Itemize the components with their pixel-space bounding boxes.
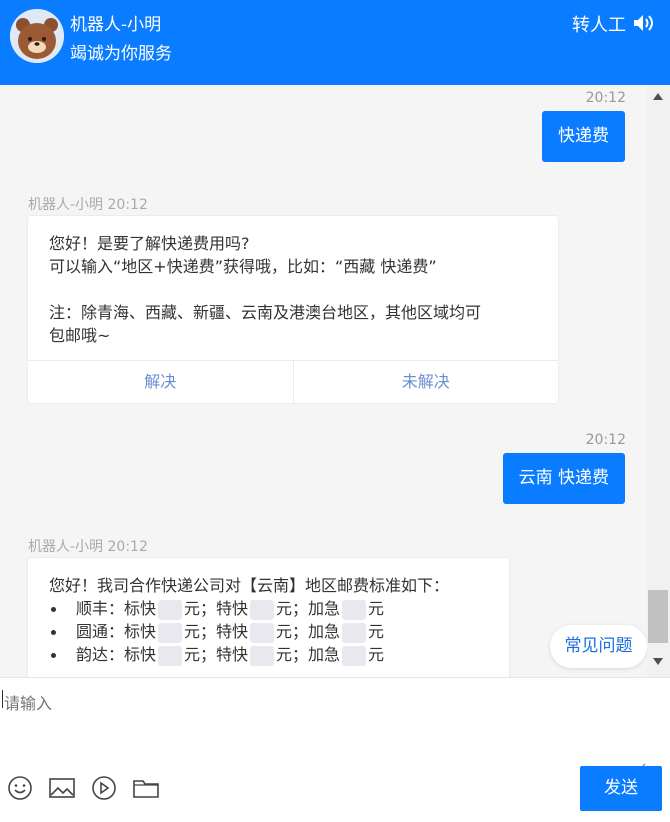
user-message-bubble: 快递费	[542, 111, 625, 162]
image-icon[interactable]	[48, 774, 76, 802]
message-text: 包邮哦~	[49, 326, 111, 345]
resolved-button[interactable]: 解决	[28, 361, 293, 403]
scrollbar[interactable]	[647, 85, 670, 677]
composer: 发送	[0, 677, 670, 822]
send-button[interactable]: 发送	[580, 766, 662, 811]
transfer-to-human-button[interactable]: 转人工	[572, 11, 626, 37]
scrollbar-thumb[interactable]	[648, 590, 668, 643]
video-icon[interactable]	[90, 774, 118, 802]
message-text: 注：除青海、西藏、新疆、云南及港澳台地区，其他区域均可	[49, 303, 482, 322]
message-time: 20:12	[585, 432, 626, 448]
bot-message-card: 您好！是要了解快递费用吗? 可以输入“地区+快递费”获得哦，比如：“西藏 快递费…	[27, 215, 559, 404]
unresolved-button[interactable]: 未解决	[292, 361, 559, 403]
list-item: 顺丰：标快 元；特快 元；加急元	[49, 597, 489, 620]
message-list[interactable]: 20:12 快递费 机器人-小明 20:12 您好！是要了解快递费用吗? 可以输…	[0, 85, 646, 677]
folder-icon[interactable]	[132, 774, 160, 802]
bot-subtitle: 竭诚为你服务	[70, 44, 172, 64]
bot-message-card: 您好！我司合作快递公司对【云南】地区邮费标准如下： 顺丰：标快 元；特快 元；加急元…	[27, 557, 510, 677]
scroll-down-arrow-icon[interactable]	[653, 658, 663, 665]
message-text: 您好！是要了解快递费用吗?	[49, 234, 250, 253]
message-text: 可以输入“地区+快递费”获得哦，比如：“西藏 快递费”	[49, 257, 437, 276]
faq-button[interactable]: 常见问题	[550, 625, 647, 668]
bot-message-meta: 机器人-小明 20:12	[28, 197, 148, 213]
list-item: 韵达：标快 元；特快 元；加急元	[49, 643, 489, 666]
bear-avatar-icon	[10, 9, 64, 63]
bot-name: 机器人-小明	[70, 15, 162, 35]
message-input[interactable]	[2, 678, 646, 772]
speaker-icon[interactable]	[632, 12, 656, 34]
emoji-icon[interactable]	[6, 774, 34, 802]
list-item: 圆通：标快 元；特快 元；加急元	[49, 620, 489, 643]
user-message-bubble: 云南 快递费	[502, 453, 625, 504]
scroll-up-arrow-icon[interactable]	[653, 93, 663, 100]
message-text: 您好！我司合作快递公司对【云南】地区邮费标准如下：	[49, 576, 450, 595]
chat-header: 机器人-小明 竭诚为你服务 转人工	[0, 0, 670, 85]
message-time: 20:12	[585, 90, 626, 106]
bot-message-meta: 机器人-小明 20:12	[28, 539, 148, 555]
text-cursor	[2, 690, 3, 708]
